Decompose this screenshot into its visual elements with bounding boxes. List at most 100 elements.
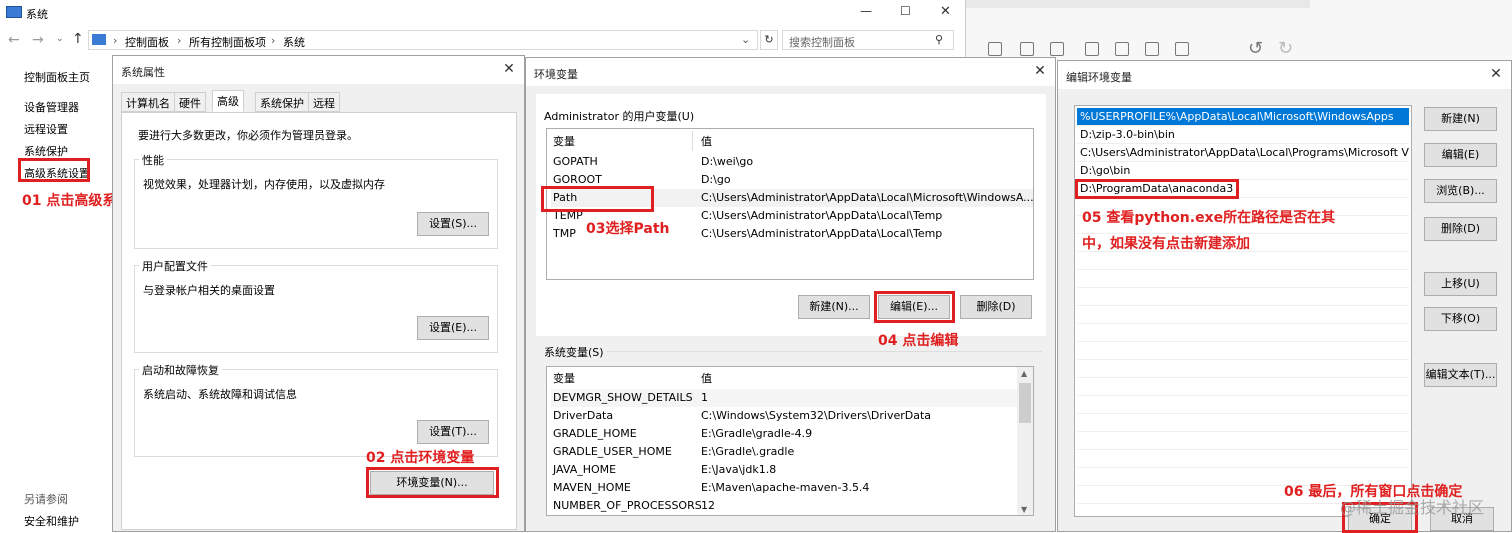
gallery-icon[interactable]: [1020, 42, 1034, 56]
list-icon[interactable]: [1085, 42, 1099, 56]
list-item-empty[interactable]: [1077, 324, 1409, 342]
system-icon: [6, 6, 22, 18]
tab-advanced[interactable]: 高级: [212, 90, 244, 112]
address-dropdown-icon[interactable]: ⌄: [741, 33, 750, 46]
address-bar[interactable]: › 控制面板 › 所有控制面板项 › 系统 ⌄: [88, 30, 758, 50]
user-new-button[interactable]: 新建(N)...: [798, 295, 870, 319]
list-item-selected[interactable]: %USERPROFILE%\AppData\Local\Microsoft\Wi…: [1077, 108, 1409, 126]
table-icon[interactable]: [1145, 42, 1159, 56]
table-row[interactable]: GOPATH D:\wei\go: [551, 153, 1033, 171]
browse-button[interactable]: 浏览(B)...: [1424, 179, 1497, 203]
user-profile-settings-button[interactable]: 设置(E)...: [417, 316, 489, 340]
var-name: DriverData: [553, 409, 614, 422]
refresh-icon[interactable]: ↻: [760, 30, 778, 50]
delete-entry-button[interactable]: 删除(D): [1424, 217, 1497, 241]
tab-hardware[interactable]: 硬件: [174, 92, 206, 112]
edit-entry-button[interactable]: 编辑(E): [1424, 143, 1497, 167]
maximize-button[interactable]: ☐: [900, 4, 911, 18]
editor-top-bar: [965, 0, 1310, 8]
breadcrumb-item[interactable]: 系统: [283, 34, 305, 50]
list-item-empty[interactable]: [1077, 450, 1409, 468]
table-row[interactable]: JAVA_HOME E:\Java\jdk1.8: [551, 461, 1033, 479]
link-security-maintenance[interactable]: 安全和维护: [24, 513, 79, 529]
list-item-empty[interactable]: [1077, 288, 1409, 306]
user-delete-button[interactable]: 删除(D): [960, 295, 1032, 319]
search-input[interactable]: 搜索控制面板: [789, 34, 855, 50]
highlight-edit-button: [874, 291, 955, 323]
breadcrumb-item[interactable]: 控制面板: [125, 34, 169, 50]
startup-recovery-group: 启动和故障恢复 系统启动、系统故障和调试信息 设置(T)...: [134, 362, 498, 457]
list-item-empty[interactable]: [1077, 306, 1409, 324]
list-item[interactable]: C:\Users\Administrator\AppData\Local\Pro…: [1077, 144, 1409, 162]
scroll-up-icon[interactable]: ▲: [1021, 369, 1027, 378]
var-value: D:\go: [701, 173, 731, 186]
up-icon[interactable]: ↑: [72, 31, 84, 47]
startup-recovery-desc: 系统启动、系统故障和调试信息: [143, 388, 297, 401]
annotation-05-line2: 中，如果没有点击新建添加: [1082, 236, 1250, 252]
var-name: DEVMGR_SHOW_DETAILS: [553, 391, 693, 404]
table-row[interactable]: NUMBER_OF_PROCESSORS 12: [551, 497, 1033, 515]
annotation-04: 04 点击编辑: [878, 333, 959, 349]
annotation-02: 02 点击环境变量: [366, 450, 475, 466]
scroll-down-icon[interactable]: ▼: [1021, 505, 1027, 514]
close-icon[interactable]: ✕: [1487, 65, 1505, 83]
recent-chevron-icon[interactable]: ⌄: [56, 34, 64, 44]
col-value: 值: [701, 372, 712, 385]
link-device-manager[interactable]: 设备管理器: [24, 99, 79, 115]
fullscreen-icon[interactable]: [1175, 42, 1189, 56]
highlight-env-button: [366, 467, 499, 498]
search-box[interactable]: 搜索控制面板 ⚲: [782, 30, 954, 50]
image-icon[interactable]: [988, 42, 1002, 56]
redo-icon[interactable]: ↻: [1278, 38, 1293, 59]
new-entry-button[interactable]: 新建(N): [1424, 107, 1497, 131]
edit-text-button[interactable]: 编辑文本(T)...: [1424, 363, 1497, 387]
list-item-empty[interactable]: [1077, 378, 1409, 396]
table-row[interactable]: MAVEN_HOME E:\Maven\apache-maven-3.5.4: [551, 479, 1033, 497]
close-icon[interactable]: ✕: [500, 60, 518, 78]
table-row[interactable]: DEVMGR_SHOW_DETAILS 1: [551, 389, 1033, 407]
breadcrumb-item[interactable]: 所有控制面板项: [189, 34, 266, 50]
move-down-button[interactable]: 下移(O): [1424, 307, 1497, 331]
forward-icon[interactable]: →: [32, 32, 44, 48]
list-item[interactable]: D:\zip-3.0-bin\bin: [1077, 126, 1409, 144]
table-row[interactable]: GRADLE_HOME E:\Gradle\gradle-4.9: [551, 425, 1033, 443]
video-icon[interactable]: [1050, 42, 1064, 56]
tab-remote[interactable]: 远程: [308, 92, 340, 112]
minimize-button[interactable]: —: [860, 4, 872, 18]
list-item[interactable]: D:\go\bin: [1077, 162, 1409, 180]
list-item-empty[interactable]: [1077, 342, 1409, 360]
list-item-empty[interactable]: [1077, 396, 1409, 414]
undo-icon[interactable]: ↺: [1248, 38, 1263, 59]
performance-settings-button[interactable]: 设置(S)...: [417, 212, 489, 236]
control-panel-icon: [92, 34, 106, 45]
link-control-panel-home[interactable]: 控制面板主页: [24, 69, 90, 85]
scrollbar[interactable]: ▲ ▼: [1017, 367, 1033, 515]
ordered-list-icon[interactable]: [1115, 42, 1129, 56]
path-entries-list[interactable]: %USERPROFILE%\AppData\Local\Microsoft\Wi…: [1074, 105, 1412, 517]
link-remote-settings[interactable]: 远程设置: [24, 121, 68, 137]
startup-recovery-settings-button[interactable]: 设置(T)...: [417, 420, 489, 444]
performance-group: 性能 视觉效果，处理器计划，内存使用，以及虚拟内存 设置(S)...: [134, 152, 498, 249]
close-icon[interactable]: ✕: [1031, 62, 1049, 80]
list-item-empty[interactable]: [1077, 432, 1409, 450]
back-icon[interactable]: ←: [8, 32, 20, 48]
close-button[interactable]: ✕: [940, 4, 951, 19]
var-value: D:\wei\go: [701, 155, 754, 168]
search-icon[interactable]: ⚲: [935, 33, 943, 46]
table-row[interactable]: GRADLE_USER_HOME E:\Gradle\.gradle: [551, 443, 1033, 461]
list-item-empty[interactable]: [1077, 360, 1409, 378]
dialog-title-text: 系统属性: [121, 66, 165, 79]
tab-system-protection[interactable]: 系统保护: [255, 92, 309, 112]
list-item-empty[interactable]: [1077, 252, 1409, 270]
scroll-thumb[interactable]: [1019, 383, 1031, 423]
var-value: C:\Windows\System32\Drivers\DriverData: [701, 409, 932, 422]
system-vars-list[interactable]: 变量 值 DEVMGR_SHOW_DETAILS 1 DriverData C:…: [546, 366, 1034, 516]
list-item-empty[interactable]: [1077, 414, 1409, 432]
table-row[interactable]: DriverData C:\Windows\System32\Drivers\D…: [551, 407, 1033, 425]
link-system-protection[interactable]: 系统保护: [24, 143, 68, 159]
list-item-empty[interactable]: [1077, 270, 1409, 288]
tab-computer-name[interactable]: 计算机名: [121, 92, 175, 112]
window-title: 系统: [26, 8, 48, 21]
system-vars-divider: [606, 351, 1042, 352]
move-up-button[interactable]: 上移(U): [1424, 272, 1497, 296]
